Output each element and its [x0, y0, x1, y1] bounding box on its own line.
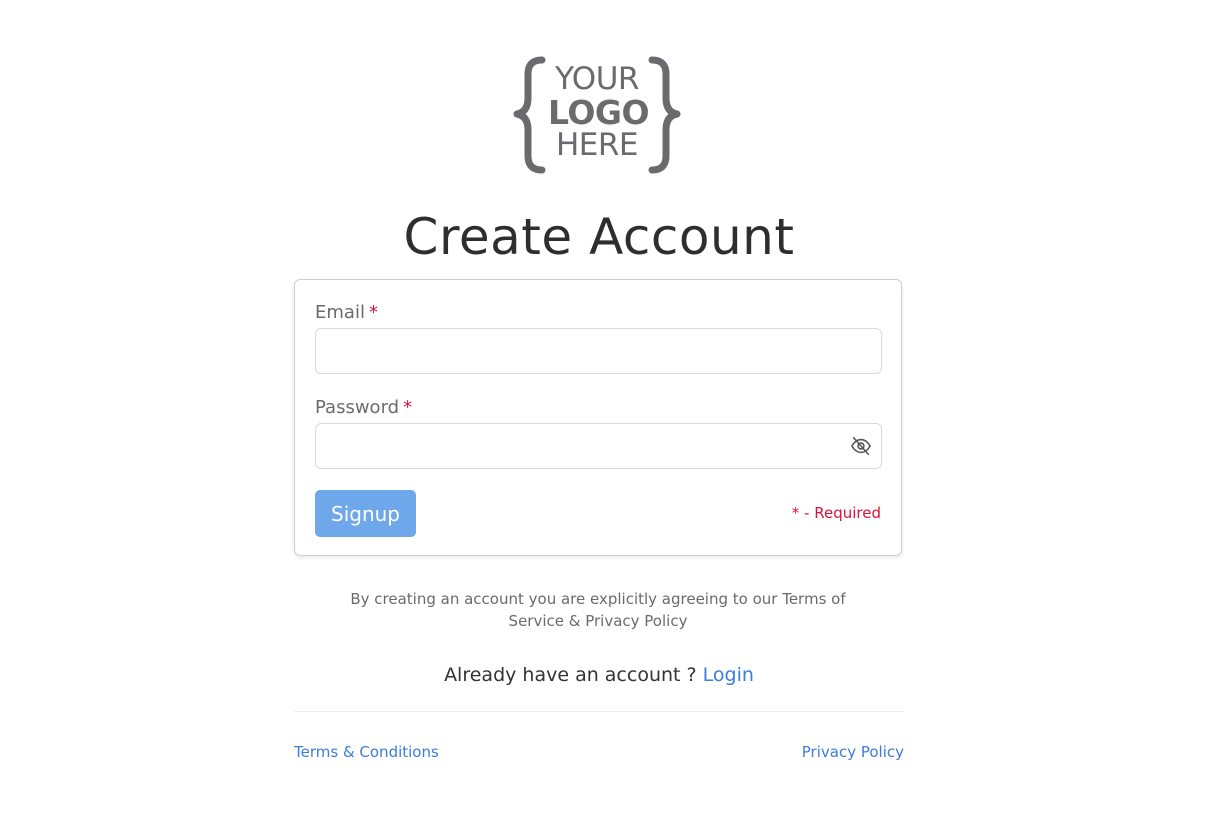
signup-form-card: Email * Password * Signup * - Required — [294, 279, 902, 556]
terms-conditions-link[interactable]: Terms & Conditions — [294, 743, 439, 761]
logo-text-here: HERE — [555, 127, 639, 163]
footer-divider — [294, 711, 904, 712]
login-link[interactable]: Login — [703, 664, 754, 686]
login-prompt: Already have an account ? Login — [0, 664, 1198, 686]
password-label: Password * — [315, 397, 412, 418]
email-field[interactable] — [315, 328, 882, 374]
terms-agreement-text: By creating an account you are explicitl… — [350, 590, 846, 630]
logo-text-logo: LOGO — [548, 93, 650, 132]
required-note: * - Required — [791, 504, 881, 522]
email-label-text: Email — [315, 302, 365, 323]
privacy-policy-link[interactable]: Privacy Policy — [802, 743, 904, 761]
password-required-mark: * — [403, 397, 413, 418]
password-field[interactable] — [315, 423, 882, 469]
eye-off-icon[interactable] — [850, 435, 872, 457]
signup-button[interactable]: Signup — [315, 490, 416, 537]
password-label-text: Password — [315, 397, 400, 418]
login-prompt-text: Already have an account ? — [444, 664, 697, 686]
email-label: Email * — [315, 302, 378, 323]
page-title: Create Account — [403, 208, 795, 266]
logo: YOUR LOGO HERE — [512, 54, 682, 176]
email-required-mark: * — [368, 302, 378, 323]
signup-page: YOUR LOGO HERE Create Account Email * Pas… — [0, 0, 1205, 818]
logo-text-your: YOUR — [555, 61, 639, 97]
